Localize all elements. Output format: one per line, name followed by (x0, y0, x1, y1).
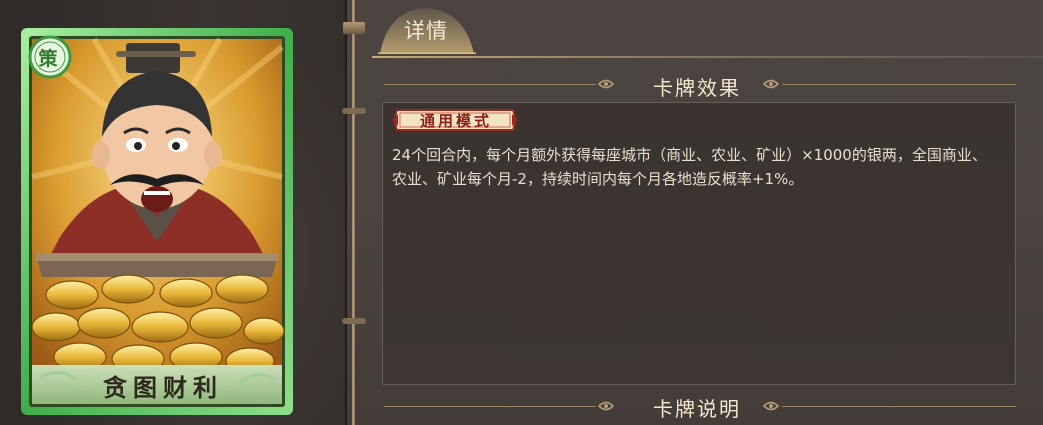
section-divider-right (782, 84, 1016, 85)
scroll-rod (352, 0, 355, 425)
section-divider-right (782, 406, 1016, 407)
scroll-rod-cap (343, 22, 365, 34)
header-divider (372, 56, 1043, 58)
card-seal: 策 (38, 48, 58, 70)
ornament-icon (762, 79, 780, 89)
tab-details[interactable]: 详情 (404, 15, 448, 45)
section-divider-left (384, 84, 596, 85)
mode-badge: 通用模式 (419, 112, 492, 130)
section-title-description: 卡牌说明 (653, 397, 741, 421)
ornament-icon (597, 79, 615, 89)
ornament-icon (762, 401, 780, 411)
section-title-effect: 卡牌效果 (653, 76, 741, 100)
scroll-rod-ring (342, 108, 366, 114)
ornament-icon (597, 401, 615, 411)
card-name: 贪图财利 (103, 373, 223, 402)
effect-description: 24个回合内，每个月额外获得每座城市（商业、农业、矿业）×1000的银两，全国商… (392, 146, 987, 188)
scroll-rod-ring (342, 318, 366, 324)
card-illustration[interactable] (20, 27, 294, 416)
section-divider-left (384, 406, 596, 407)
